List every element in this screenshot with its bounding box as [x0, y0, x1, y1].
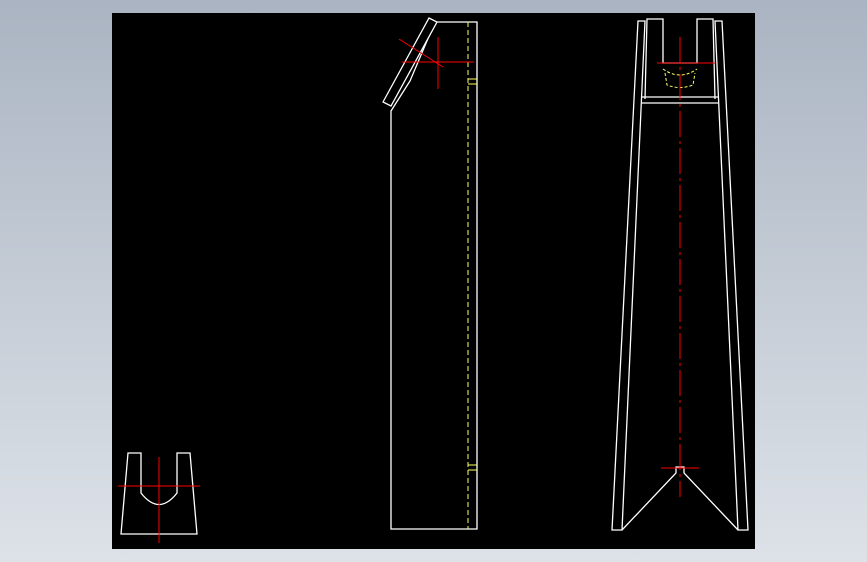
side-plate-outline	[390, 21, 478, 530]
small-fork-view	[118, 452, 200, 543]
cad-drawing-canvas	[118, 17, 749, 543]
front-left-leg-outline	[611, 20, 646, 531]
cad-drawing-viewport[interactable]	[112, 13, 755, 549]
front-elevation-view	[611, 18, 749, 531]
front-right-leg-outline	[714, 20, 749, 531]
side-elevation-view	[382, 17, 478, 530]
